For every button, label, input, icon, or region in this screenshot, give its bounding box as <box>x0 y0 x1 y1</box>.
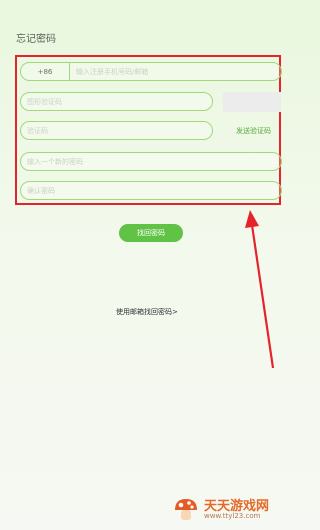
mushroom-logo-icon <box>175 499 197 520</box>
arrow-up-left-icon <box>245 210 275 369</box>
watermark-name: 天天游戏网 <box>204 498 270 514</box>
watermark-url: www.ttyl23.com <box>204 512 261 521</box>
watermark: 天天游戏网 www.ttyl23.com <box>172 496 269 524</box>
